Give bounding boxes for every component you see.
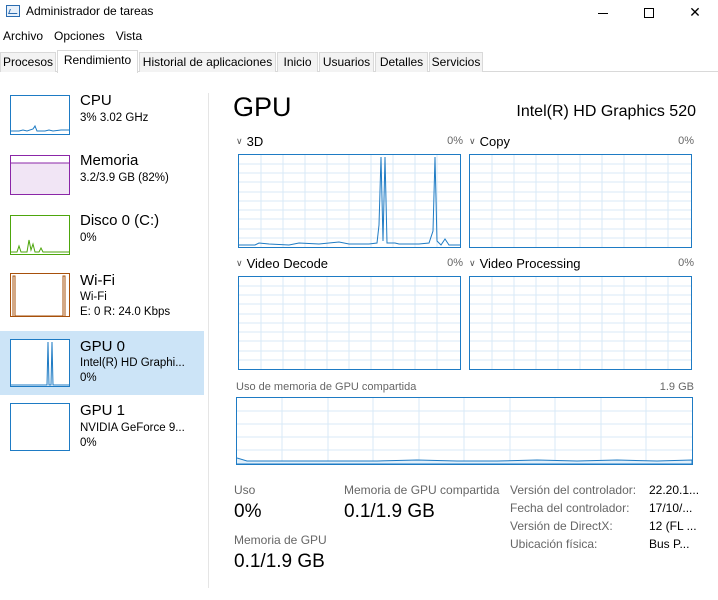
tab-usuarios[interactable]: Usuarios	[319, 52, 374, 72]
physical-location-value: Bus P...	[649, 537, 690, 551]
task-manager-icon	[6, 5, 20, 17]
engine-label: Video Decode	[246, 256, 329, 271]
sidebar-item-detail: 0%	[80, 372, 97, 384]
directx-version-value: 12 (FL ...	[649, 519, 697, 533]
menu-archivo[interactable]: Archivo	[0, 26, 46, 46]
title-bar: Administrador de tareas ✕	[0, 0, 718, 24]
cpu-thumbnail-graph	[10, 95, 70, 135]
tab-bar: Procesos Rendimiento Historial de aplica…	[0, 50, 718, 73]
graph-3d	[238, 154, 461, 248]
graph-shared-memory	[236, 397, 693, 465]
sidebar-item-cpu[interactable]: CPU 3% 3.02 GHz	[0, 91, 204, 155]
gpu-memory-label: Memoria de GPU	[234, 533, 327, 547]
tab-rendimiento[interactable]: Rendimiento	[57, 50, 138, 73]
sidebar-item-label: CPU	[80, 92, 112, 109]
shared-memory-label: Uso de memoria de GPU compartida	[236, 381, 417, 393]
chevron-down-icon: ∨	[469, 258, 476, 268]
driver-version-label: Versión del controlador:	[510, 483, 637, 497]
sidebar-item-detail: Intel(R) HD Graphi...	[80, 357, 185, 369]
driver-version-value: 22.20.1...	[649, 483, 700, 497]
physical-location-label: Ubicación física:	[510, 537, 598, 551]
memory-thumbnail-graph	[10, 155, 70, 195]
device-name: Intel(R) HD Graphics 520	[516, 103, 696, 120]
sidebar-item-label: Disco 0 (C:)	[80, 212, 160, 229]
sidebar-item-label: Wi-Fi	[80, 272, 115, 289]
usage-value: 0%	[234, 501, 262, 522]
close-button[interactable]: ✕	[672, 0, 718, 24]
chevron-down-icon: ∨	[469, 136, 476, 146]
engine-selector-video-decode[interactable]: ∨ Video Decode	[236, 256, 328, 271]
shared-gpu-memory-value: 0.1/1.9 GB	[344, 501, 435, 522]
menu-bar: Archivo Opciones Vista	[0, 26, 150, 46]
maximize-button[interactable]	[626, 0, 672, 24]
maximize-icon	[644, 8, 654, 19]
chevron-down-icon: ∨	[236, 136, 243, 146]
engine-percent: 0%	[447, 257, 463, 269]
engine-label: Copy	[479, 134, 510, 149]
engine-selector-copy[interactable]: ∨ Copy	[469, 134, 510, 149]
sidebar-item-detail: NVIDIA GeForce 9...	[80, 422, 185, 434]
engine-label: 3D	[246, 134, 264, 149]
driver-date-value: 17/10/...	[649, 501, 693, 515]
sidebar-item-detail: 0%	[80, 437, 97, 449]
engine-percent: 0%	[447, 135, 463, 147]
sidebar-item-detail: 3.2/3.9 GB (82%)	[80, 172, 169, 184]
sidebar-item-label: Memoria	[80, 152, 139, 169]
sidebar-item-label: GPU 0	[80, 338, 126, 355]
shared-gpu-memory-label: Memoria de GPU compartida	[344, 483, 500, 497]
sidebar-item-label: GPU 1	[80, 402, 126, 419]
panel-divider[interactable]	[208, 93, 209, 588]
graph-copy	[469, 154, 692, 248]
graph-video-processing	[469, 276, 692, 370]
engine-percent: 0%	[678, 135, 694, 147]
engine-label: Video Processing	[479, 256, 581, 271]
sidebar-item-gpu1[interactable]: GPU 1 NVIDIA GeForce 9... 0%	[0, 399, 204, 463]
sidebar-item-detail: 3% 3.02 GHz	[80, 112, 149, 124]
tab-detalles[interactable]: Detalles	[375, 52, 428, 72]
menu-vista[interactable]: Vista	[113, 26, 145, 46]
wifi-thumbnail-graph	[10, 273, 70, 317]
resource-list: CPU 3% 3.02 GHz Memoria 3.2/3.9 GB (82%)…	[0, 73, 208, 600]
gpu1-thumbnail-graph	[10, 403, 70, 451]
sidebar-item-detail: Wi-Fi	[80, 291, 107, 303]
sidebar-item-memoria[interactable]: Memoria 3.2/3.9 GB (82%)	[0, 151, 204, 215]
shared-memory-max: 1.9 GB	[659, 381, 694, 393]
sidebar-item-detail: 0%	[80, 232, 97, 244]
gpu-memory-value: 0.1/1.9 GB	[234, 551, 325, 572]
window-title: Administrador de tareas	[26, 4, 154, 18]
graph-video-decode	[238, 276, 461, 370]
disk-thumbnail-graph	[10, 215, 70, 255]
engine-percent: 0%	[678, 257, 694, 269]
minimize-icon	[598, 12, 608, 14]
sidebar-item-disco[interactable]: Disco 0 (C:) 0%	[0, 211, 204, 275]
close-icon: ✕	[689, 4, 701, 20]
driver-date-label: Fecha del controlador:	[510, 501, 630, 515]
page-title: GPU	[233, 92, 292, 122]
tab-procesos[interactable]: Procesos	[0, 52, 56, 72]
sidebar-item-gpu0[interactable]: GPU 0 Intel(R) HD Graphi... 0%	[0, 331, 204, 395]
tab-historial[interactable]: Historial de aplicaciones	[139, 52, 276, 72]
engine-selector-3d[interactable]: ∨ 3D	[236, 134, 263, 149]
sidebar-item-wifi[interactable]: Wi-Fi Wi-Fi E: 0 R: 24.0 Kbps	[0, 271, 204, 335]
gpu0-thumbnail-graph	[10, 339, 70, 387]
engine-selector-video-processing[interactable]: ∨ Video Processing	[469, 256, 581, 271]
directx-version-label: Versión de DirectX:	[510, 519, 613, 533]
tab-servicios[interactable]: Servicios	[429, 52, 483, 72]
sidebar-item-detail: E: 0 R: 24.0 Kbps	[80, 306, 171, 318]
tab-inicio[interactable]: Inicio	[277, 52, 318, 72]
minimize-button[interactable]	[580, 0, 626, 24]
chevron-down-icon: ∨	[236, 258, 243, 268]
usage-label: Uso	[234, 483, 256, 497]
menu-opciones[interactable]: Opciones	[51, 26, 108, 46]
